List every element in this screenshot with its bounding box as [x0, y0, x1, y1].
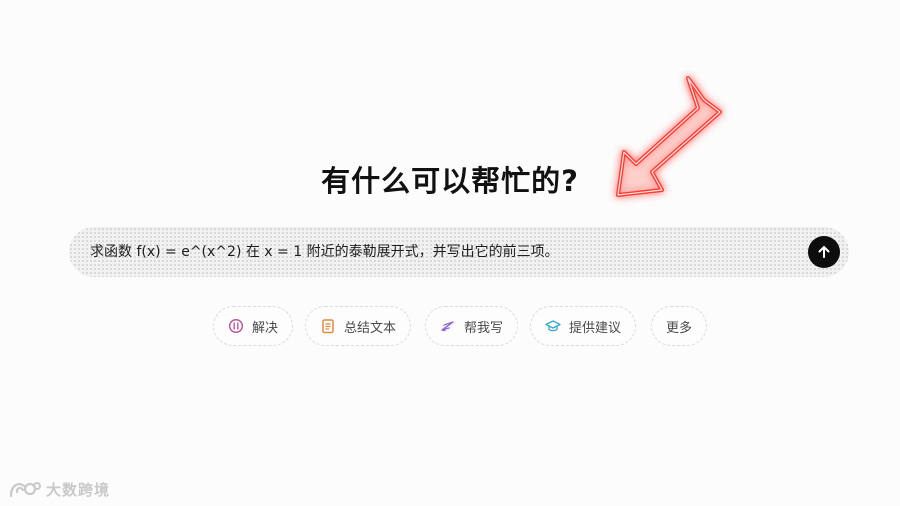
send-button[interactable]	[808, 236, 840, 268]
chip-summarize[interactable]: 总结文本	[305, 306, 412, 346]
page: 有什么可以帮忙的? 求函数 f(x) = e^(x^2) 在 x = 1 附近的…	[0, 0, 900, 506]
chip-solve[interactable]: 解决	[213, 306, 294, 346]
chip-label: 提供建议	[569, 320, 622, 336]
arrow-up-icon	[818, 246, 830, 258]
chip-label: 帮我写	[464, 320, 504, 336]
document-icon	[320, 318, 336, 334]
watermark: 大数跨境	[8, 476, 110, 502]
red-arrow-icon	[616, 76, 722, 197]
page-heading: 有什么可以帮忙的?	[321, 164, 579, 198]
chip-label: 总结文本	[344, 320, 397, 336]
watermark-text: 大数跨境	[46, 480, 111, 499]
pen-icon	[440, 318, 456, 334]
suggestion-chips: 解决 总结文本 帮我写 提供建议 更多	[0, 306, 900, 348]
graduation-cap-icon	[545, 318, 561, 334]
chip-more[interactable]: 更多	[651, 306, 708, 346]
chip-label: 解决	[252, 320, 279, 336]
chip-help-write[interactable]: 帮我写	[425, 306, 519, 346]
solve-icon	[228, 318, 244, 334]
prompt-composer[interactable]: 求函数 f(x) = e^(x^2) 在 x = 1 附近的泰勒展开式，并写出它…	[69, 227, 849, 277]
logo-icon	[9, 482, 41, 498]
prompt-input[interactable]: 求函数 f(x) = e^(x^2) 在 x = 1 附近的泰勒展开式，并写出它…	[90, 227, 559, 277]
chip-advice[interactable]: 提供建议	[530, 306, 637, 346]
chip-label: 更多	[666, 320, 693, 336]
